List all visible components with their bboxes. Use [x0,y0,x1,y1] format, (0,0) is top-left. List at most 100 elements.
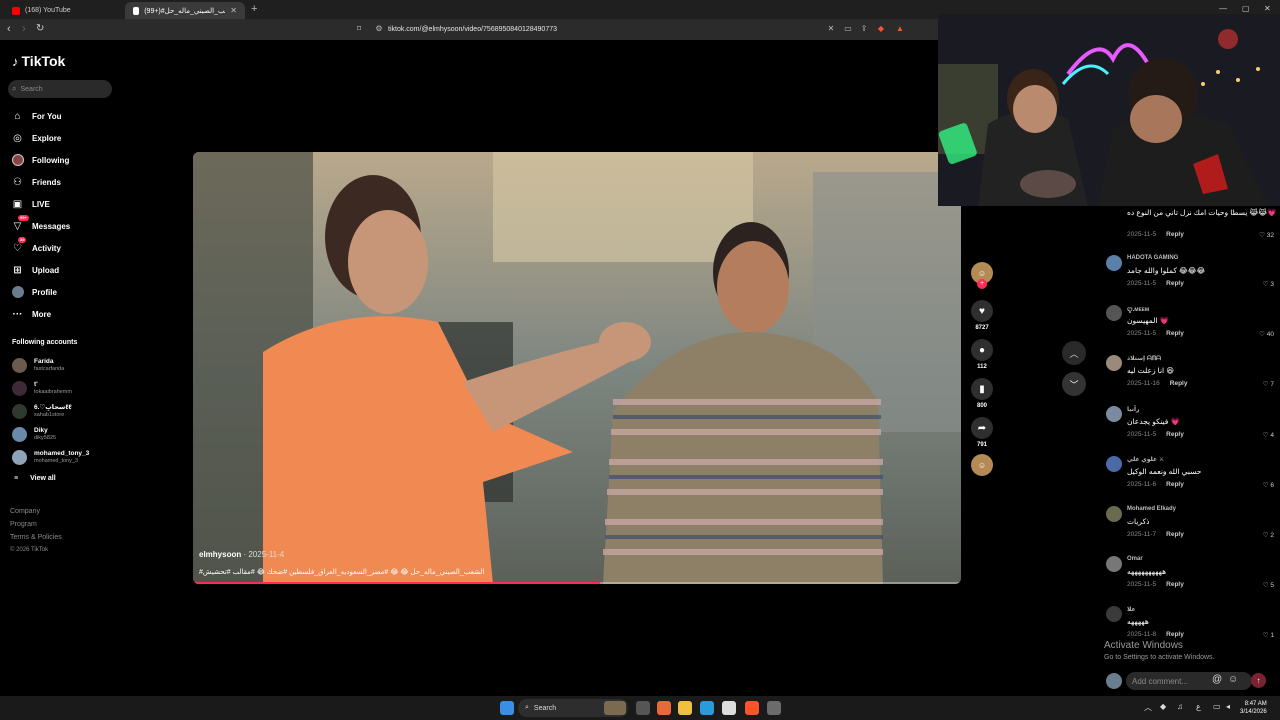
emoji-icon[interactable]: ☺ [1228,674,1238,685]
comment-likes[interactable]: ♡ 4 [1263,431,1274,439]
brave-icon[interactable] [745,701,759,715]
forward-icon[interactable]: › [22,23,26,35]
comment-likes[interactable]: ♡ 5 [1263,581,1274,589]
avatar[interactable] [1106,506,1122,522]
nav-following[interactable]: Following [11,152,69,168]
network-icon[interactable]: ▭ [1213,702,1221,711]
task-view-icon[interactable] [636,701,650,715]
avatar[interactable] [1106,355,1122,371]
start-icon[interactable] [500,701,514,715]
bookmark-icon[interactable]: ⌑ [354,24,364,34]
nav-more[interactable]: ··· More [11,306,52,322]
nav-upload[interactable]: ⊞ Upload [11,262,59,278]
comment-author[interactable]: ڔاَنيا [1127,406,1139,413]
comment-likes[interactable]: ♡ 32 [1259,231,1274,239]
comment-likes[interactable]: ♡ 3 [1263,280,1274,288]
reply-button[interactable]: Reply [1166,280,1184,287]
reply-button[interactable]: Reply [1166,581,1184,588]
site-info-icon[interactable]: ⚙ [374,24,384,34]
sound-disc[interactable]: ☺ [968,454,996,476]
store-icon[interactable] [722,701,736,715]
account-item[interactable]: mohamed_tony_3 mohamed_tony_3 [12,447,89,467]
widgets-icon[interactable] [604,701,626,715]
comment-likes[interactable]: ♡ 2 [1263,531,1274,539]
back-icon[interactable]: ‹ [7,23,11,35]
reply-button[interactable]: Reply [1170,380,1188,387]
mention-icon[interactable]: @ [1212,674,1222,685]
footer-company[interactable]: Company [10,508,40,515]
comment-likes[interactable]: ♡ 1 [1263,631,1274,639]
comment-likes[interactable]: ♡ 40 [1259,330,1274,338]
edge-icon[interactable] [700,701,714,715]
taskbar-clock[interactable]: 8:47 AM 3/14/2026 [1240,700,1267,716]
comment-author[interactable]: Omar [1127,556,1143,562]
video-player[interactable]: elmhysoon · 2025-11-4 #الشعب_الصيني_ماله… [193,152,961,584]
close-tab-icon[interactable]: ✕ [230,6,237,15]
cast-icon[interactable]: ▭ [843,24,853,34]
footer-terms[interactable]: Terms & Policies [10,534,62,541]
comment-author[interactable]: Mohamed Elkady [1127,506,1176,512]
follow-plus-icon[interactable]: + [977,279,987,289]
share-button[interactable]: ➦ 791 [968,417,996,448]
account-item[interactable]: Farida fastcarfarida [12,355,64,375]
comment-button[interactable]: ● 112 [968,339,996,370]
avatar[interactable] [1106,255,1122,271]
account-item[interactable]: Diky diky5825 [12,424,56,444]
reply-button[interactable]: Reply [1166,431,1184,438]
tab-youtube[interactable]: (168) YouTube [4,2,122,19]
like-button[interactable]: ♥ 8727 [968,300,996,331]
comment-author[interactable]: إستلاذ ᗩᗰᗩ [1127,355,1161,363]
comment-likes[interactable]: ♡ 7 [1263,380,1274,388]
maximize-icon[interactable]: ▢ [1242,4,1250,13]
comment-author[interactable]: علوي علي ⚔ [1127,456,1164,463]
avatar[interactable] [1106,456,1122,472]
nav-friends[interactable]: ⚇ Friends [11,174,61,190]
nav-activity[interactable]: ♡ 39 Activity [11,236,61,256]
view-all-link[interactable]: ≡ View all [14,475,56,482]
new-tab-button[interactable]: + [251,3,257,15]
share-icon[interactable]: ⇪ [859,24,869,34]
app-icon[interactable] [767,701,781,715]
avatar[interactable] [1106,406,1122,422]
tray-app-icon[interactable]: ◆ [1160,702,1166,711]
minimize-icon[interactable]: — [1219,4,1227,13]
mute-icon[interactable]: ✕ [826,24,836,34]
rewards-icon[interactable]: ▲ [895,24,905,34]
account-item[interactable]: سحابِ♡.6ℓℓ sahab1store [12,401,72,421]
next-video-button[interactable]: ﹀ [1062,372,1086,396]
reply-button[interactable]: Reply [1166,481,1184,488]
reply-button[interactable]: Reply [1166,531,1184,538]
reply-button[interactable]: Reply [1166,631,1184,638]
save-button[interactable]: ▮ 800 [968,378,996,409]
comment-likes[interactable]: ♡ 6 [1263,481,1274,489]
post-comment-button[interactable]: ↑ [1251,673,1266,688]
comment-author[interactable]: علا [1127,606,1136,613]
language-icon[interactable]: ع [1196,702,1201,711]
file-explorer-icon[interactable] [678,701,692,715]
copilot-icon[interactable] [657,701,671,715]
tab-tiktok[interactable]: (99+)#الشعب_الصيني_ماله_حل 😂 ✕ [125,2,245,19]
nav-explore[interactable]: ◎ Explore [11,130,61,146]
avatar[interactable] [1106,305,1122,321]
creator-avatar[interactable]: ☺ + [968,262,996,289]
footer-program[interactable]: Program [10,521,37,528]
tray-chevron-icon[interactable]: ︿ [1144,702,1152,713]
search-input[interactable]: ⌕ Search [8,80,112,98]
nav-messages[interactable]: ▽ 99+ Messages [11,214,70,234]
avatar[interactable] [1106,556,1122,572]
avatar[interactable] [1106,606,1122,622]
brave-shield-icon[interactable]: ◆ [876,24,886,34]
tiktok-logo[interactable]: ♪ TikTok [12,53,65,69]
previous-video-button[interactable]: ︿ [1062,341,1086,365]
nav-live[interactable]: ▣ LIVE [11,196,50,212]
reply-button[interactable]: Reply [1166,330,1184,337]
nav-profile[interactable]: Profile [11,284,57,300]
nav-for-you[interactable]: ⌂ For You [11,108,61,124]
account-item[interactable]: t' tokaaibrahemm [12,378,72,398]
microphone-icon[interactable]: ♫ [1177,702,1183,711]
reload-icon[interactable]: ↻ [36,23,44,34]
reply-button[interactable]: Reply [1166,231,1184,238]
comment-author[interactable]: ꨄ.ᴍᴇᴇᴍ [1127,305,1149,314]
close-window-icon[interactable]: ✕ [1264,4,1271,13]
video-author[interactable]: elmhysoon · 2025-11-4 [199,550,284,559]
